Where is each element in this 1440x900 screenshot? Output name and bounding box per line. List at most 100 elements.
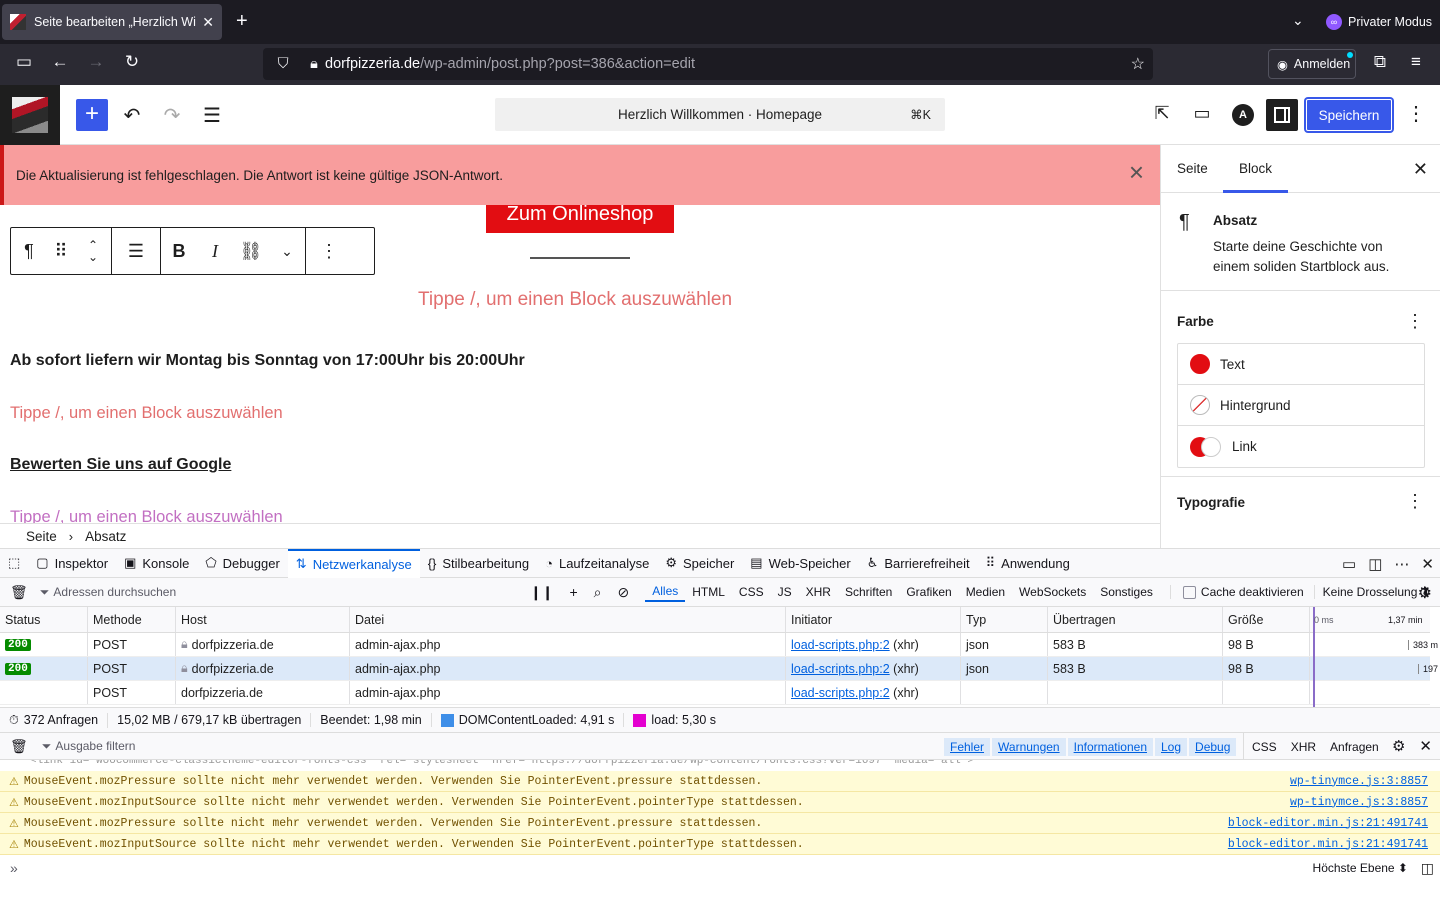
pause-icon[interactable]: ❙❙ <box>530 584 553 601</box>
google-review-link[interactable]: Bewerten Sie uns auf Google <box>10 456 231 474</box>
italic-icon[interactable]: I <box>197 241 233 262</box>
dock-side-icon[interactable]: ◫ <box>1368 555 1382 573</box>
color-item-text[interactable]: Text <box>1178 344 1424 385</box>
filter-images[interactable]: Grafiken <box>899 583 958 601</box>
tab-storage[interactable]: ▤ Web-Speicher <box>742 549 858 578</box>
disable-cache-toggle[interactable]: Cache deaktivieren <box>1169 585 1304 599</box>
initiator-link[interactable]: load-scripts.php:2 <box>791 662 890 676</box>
add-block-button[interactable]: + <box>76 99 108 131</box>
level-debug[interactable]: Debug <box>1189 737 1237 756</box>
color-item-link[interactable]: Link <box>1178 426 1424 467</box>
close-devtools-icon[interactable]: ✕ <box>1421 555 1434 573</box>
signin-button[interactable]: ◉ Anmelden <box>1268 49 1356 79</box>
delivery-paragraph[interactable]: Ab sofort liefern wir Montag bis Sonntag… <box>10 352 525 370</box>
more-options-icon[interactable]: ⋮ <box>1404 101 1428 126</box>
block-url-icon[interactable]: ⊘ <box>618 584 630 601</box>
reload-icon[interactable]: ↻ <box>120 52 144 72</box>
paragraph-icon[interactable]: ¶ <box>11 241 47 262</box>
filter-fonts[interactable]: Schriften <box>838 583 899 601</box>
table-row[interactable]: POST dorfpizzeria.de admin-ajax.php load… <box>0 681 1430 705</box>
gear-icon[interactable]: ⚙ <box>1392 737 1405 755</box>
column-header-size[interactable]: Größe <box>1223 607 1310 632</box>
search-icon[interactable]: ⌕ <box>594 584 602 601</box>
console-filter-input[interactable]: Ausgabe filtern <box>55 739 135 753</box>
tab-accessibility[interactable]: ♿︎ Barrierefreiheit <box>859 549 978 578</box>
editor-mode-icon[interactable]: ◫ <box>1421 860 1434 877</box>
align-center-icon[interactable]: ☰ <box>112 241 160 262</box>
close-notice-icon[interactable]: × <box>1129 157 1144 188</box>
close-split-console-icon[interactable]: ✕ <box>1419 737 1432 755</box>
url-bar[interactable]: ⛉ 🔒︎ dorfpizzeria.de /wp-admin/post.php?… <box>263 48 1153 80</box>
filter-css[interactable]: CSS <box>1252 740 1277 754</box>
column-header-host[interactable]: Host <box>176 607 350 632</box>
filter-requests[interactable]: Anfragen <box>1330 740 1379 754</box>
tab-performance[interactable]: ◔ Laufzeitanalyse <box>537 549 657 578</box>
sidebar-toggle-icon[interactable]: ▭ <box>12 52 36 72</box>
console-input[interactable]: » Höchste Ebene ⬍ ◫ <box>0 856 1440 880</box>
chevron-down-icon[interactable]: ⌄ <box>269 243 305 260</box>
level-log[interactable]: Log <box>1155 737 1188 756</box>
tab-inspector[interactable]: ▢ Inspektor <box>28 549 116 578</box>
close-sidebar-icon[interactable]: ✕ <box>1413 159 1428 180</box>
filter-xhr[interactable]: XHR <box>1291 740 1316 754</box>
console-source-link[interactable]: wp-tinymce.js:3:8857 <box>1290 796 1428 809</box>
onlineshop-button-block[interactable]: Zum Onlineshop <box>486 205 674 233</box>
trash-icon[interactable]: 🗑︎ <box>10 738 28 755</box>
level-warnings[interactable]: Warnungen <box>992 737 1066 756</box>
empty-block-placeholder[interactable]: Tippe /, um einen Block auszuwählen <box>418 289 732 311</box>
drag-handle-icon[interactable]: ⠿ <box>47 241 75 262</box>
filter-js[interactable]: JS <box>771 583 799 601</box>
filter-other[interactable]: Sonstiges <box>1093 583 1160 601</box>
chevron-down-icon[interactable]: ⌄ <box>1292 12 1304 29</box>
bookmark-star-icon[interactable]: ☆ <box>1131 54 1145 74</box>
level-errors[interactable]: Fehler <box>944 737 991 756</box>
column-header-file[interactable]: Datei <box>350 607 786 632</box>
save-button[interactable]: Speichern <box>1306 99 1392 131</box>
filter-css[interactable]: CSS <box>732 583 771 601</box>
throttling-select[interactable]: Keine Drosselung ⬍ <box>1313 585 1431 599</box>
column-header-status[interactable]: Status <box>0 607 88 632</box>
breadcrumb-current[interactable]: Absatz <box>85 529 126 544</box>
browser-tab[interactable]: Seite bearbeiten „Herzlich Willkommen ✕ <box>2 4 222 40</box>
tab-network[interactable]: ⇅ Netzwerkanalyse <box>287 548 420 578</box>
filter-xhr[interactable]: XHR <box>799 583 838 601</box>
view-page-icon[interactable]: ⇱ <box>1150 103 1174 124</box>
column-header-initiator[interactable]: Initiator <box>786 607 961 632</box>
filter-html[interactable]: HTML <box>685 583 732 601</box>
document-overview-icon[interactable]: ☰ <box>200 103 224 128</box>
bold-icon[interactable]: B <box>161 241 197 262</box>
tab-style-editor[interactable]: {} Stilbearbeitung <box>420 549 537 578</box>
tab-memory[interactable]: ⚙ Speicher <box>657 549 742 578</box>
filter-media[interactable]: Medien <box>959 583 1012 601</box>
tab-page[interactable]: Seite <box>1177 161 1208 176</box>
disable-cache-checkbox[interactable] <box>1182 585 1196 599</box>
column-header-method[interactable]: Methode <box>88 607 176 632</box>
responsive-design-icon[interactable]: ▭ <box>1342 555 1356 573</box>
table-row[interactable]: 200 POST 🔒︎ dorfpizzeria.de admin-ajax.ph… <box>0 657 1430 681</box>
trash-icon[interactable]: 🗑︎ <box>10 584 28 601</box>
devtools-menu-icon[interactable]: ⋯ <box>1394 555 1409 573</box>
forward-arrow-icon[interactable]: → <box>84 52 108 72</box>
tracking-shield-icon[interactable]: ⛉ <box>263 56 303 72</box>
color-item-background[interactable]: Hintergrund <box>1178 385 1424 426</box>
settings-sidebar-toggle[interactable] <box>1266 99 1298 131</box>
breadcrumb-root[interactable]: Seite <box>26 529 57 544</box>
undo-icon[interactable]: ↶ <box>120 103 144 128</box>
menu-hamburger-icon[interactable]: ≡ <box>1404 52 1428 72</box>
site-logo[interactable] <box>0 85 60 145</box>
new-tab-button[interactable]: + <box>236 10 248 33</box>
level-info[interactable]: Informationen <box>1067 737 1153 756</box>
move-up-down-icon[interactable]: ⌃ ⌄ <box>75 239 111 263</box>
tab-application[interactable]: ⠿ Anwendung <box>978 549 1078 578</box>
empty-block-placeholder[interactable]: Tippe /, um einen Block auszuwählen <box>10 404 283 423</box>
gear-icon[interactable]: ⚙ <box>1418 583 1432 603</box>
color-options-icon[interactable]: ⋮ <box>1406 311 1424 332</box>
context-selector[interactable]: Höchste Ebene ⬍ <box>1313 861 1408 875</box>
block-options-icon[interactable]: ⋮ <box>306 241 352 262</box>
tab-console[interactable]: ▣ Konsole <box>116 549 197 578</box>
separator-block[interactable] <box>530 257 630 259</box>
filter-all[interactable]: Alles <box>645 582 686 602</box>
extensions-icon[interactable]: ⧉ <box>1368 52 1392 72</box>
tab-debugger[interactable]: ⬠ Debugger <box>197 549 287 578</box>
initiator-link[interactable]: load-scripts.php:2 <box>791 686 890 700</box>
